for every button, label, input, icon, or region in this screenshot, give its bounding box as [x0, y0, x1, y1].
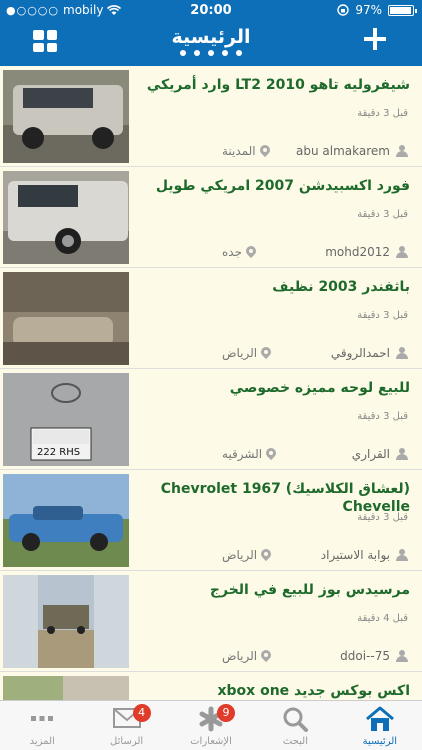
page-title: الرئيسية	[171, 26, 251, 48]
listing-city: الرياض	[222, 548, 271, 562]
listing-user[interactable]: ddoi--75	[340, 649, 408, 663]
listing-user[interactable]: احمدالروقي	[331, 346, 408, 360]
listing-thumbnail	[3, 676, 129, 700]
listing-item[interactable]: فورد اكسبيدشن 2007 امريكي طويل قبل 3 دقي…	[0, 167, 422, 268]
tab-bar: المزيد 4 الرسائل 9 الإشعارات البحث الرئي…	[0, 700, 422, 750]
location-pin-icon	[261, 650, 271, 663]
user-icon	[396, 246, 408, 258]
location-pin-icon	[246, 246, 256, 259]
listing-city: الرياض	[222, 649, 271, 663]
tab-label: البحث	[282, 736, 308, 747]
listing-time: قبل 3 دقيقة	[357, 108, 408, 119]
tab-messages[interactable]: 4 الرسائل	[84, 701, 168, 750]
listing-city: الشرقيه	[222, 447, 276, 461]
more-icon	[31, 716, 54, 721]
listing-item[interactable]: شيفروليه تاهو LT2 2010 وارد أمريكي قبل 3…	[0, 66, 422, 167]
listing-item[interactable]: (لعشاق الكلاسيك) Chevrolet 1967 Chevelle…	[0, 470, 422, 571]
rotation-lock-icon	[337, 4, 350, 16]
listing-thumbnail	[3, 474, 129, 567]
tab-label: الرسائل	[110, 736, 144, 747]
listing-city: جده	[222, 245, 256, 259]
battery-icon	[388, 4, 417, 16]
listing-thumbnail	[3, 171, 129, 264]
tab-notifications[interactable]: 9 الإشعارات	[169, 701, 253, 750]
location-pin-icon	[261, 347, 271, 360]
listing-item[interactable]: مرسيدس بوز للبيع في الخرج قبل 4 دقيقة ال…	[0, 571, 422, 672]
listing-title[interactable]: باثفندر 2003 نظيف	[140, 278, 410, 296]
listing-title[interactable]: مرسيدس بوز للبيع في الخرج	[140, 581, 410, 599]
tab-label: الرئيسية	[362, 736, 398, 747]
listing-city: الرياض	[222, 346, 271, 360]
listing-user[interactable]: abu almakarem	[296, 144, 408, 158]
listing-time: قبل 3 دقيقة	[357, 310, 408, 321]
user-icon	[396, 549, 408, 561]
listing-title[interactable]: فورد اكسبيدشن 2007 امريكي طويل	[140, 177, 410, 195]
location-pin-icon	[266, 448, 276, 461]
listing-time: قبل 3 دقيقة	[357, 209, 408, 220]
status-bar: ●○○○○ mobily 20:00 97%	[0, 0, 422, 22]
top-bar: ●○○○○ mobily 20:00 97% الرئيسية	[0, 0, 422, 66]
listing-title[interactable]: اكس بوكس جديد xbox one	[140, 682, 411, 700]
listing-title[interactable]: شيفروليه تاهو LT2 2010 وارد أمريكي	[140, 76, 410, 94]
battery-percent: 97%	[355, 3, 382, 17]
user-icon	[396, 347, 408, 359]
listing-user[interactable]: القراري	[352, 447, 408, 461]
add-listing-button[interactable]	[364, 28, 386, 50]
tab-label: المزيد	[29, 736, 55, 747]
notifications-badge: 9	[217, 704, 236, 722]
listing-thumbnail	[3, 575, 129, 668]
user-icon	[396, 448, 408, 460]
user-icon	[396, 145, 408, 157]
search-icon	[283, 707, 309, 732]
listing-city: المدينة	[222, 144, 270, 158]
listing-item[interactable]: باثفندر 2003 نظيف قبل 3 دقيقة الرياض احم…	[0, 268, 422, 369]
home-icon	[365, 706, 394, 731]
listing-time: قبل 4 دقيقة	[357, 613, 408, 624]
location-pin-icon	[261, 549, 271, 562]
svg-text:222 RHS: 222 RHS	[37, 447, 80, 458]
listing-time: قبل 3 دقيقة	[357, 411, 408, 422]
tab-more[interactable]: المزيد	[0, 701, 84, 750]
tab-search[interactable]: البحث	[253, 701, 337, 750]
listing-user[interactable]: mohd2012	[325, 245, 408, 259]
listing-thumbnail	[3, 70, 129, 163]
listing-title[interactable]: للبيع لوحه مميزه خصوصي	[140, 379, 410, 397]
listings-feed[interactable]: شيفروليه تاهو LT2 2010 وارد أمريكي قبل 3…	[0, 66, 422, 700]
listing-item[interactable]: 222 RHS للبيع لوحه مميزه خصوصي قبل 3 دقي…	[0, 369, 422, 470]
listing-thumbnail: 222 RHS	[3, 373, 129, 466]
listing-item[interactable]: اكس بوكس جديد xbox one	[0, 672, 422, 700]
listing-title[interactable]: (لعشاق الكلاسيك) Chevrolet 1967 Chevelle	[140, 480, 410, 516]
user-icon	[396, 650, 408, 662]
tab-label: الإشعارات	[190, 736, 232, 747]
location-pin-icon	[260, 145, 270, 158]
tab-home[interactable]: الرئيسية	[338, 701, 422, 750]
listing-user[interactable]: بوابة الاستيراد	[321, 548, 408, 562]
page-indicator	[0, 50, 422, 56]
listing-time: قبل 3 دقيقة	[357, 512, 408, 523]
messages-badge: 4	[132, 704, 151, 722]
listing-thumbnail	[3, 272, 129, 365]
